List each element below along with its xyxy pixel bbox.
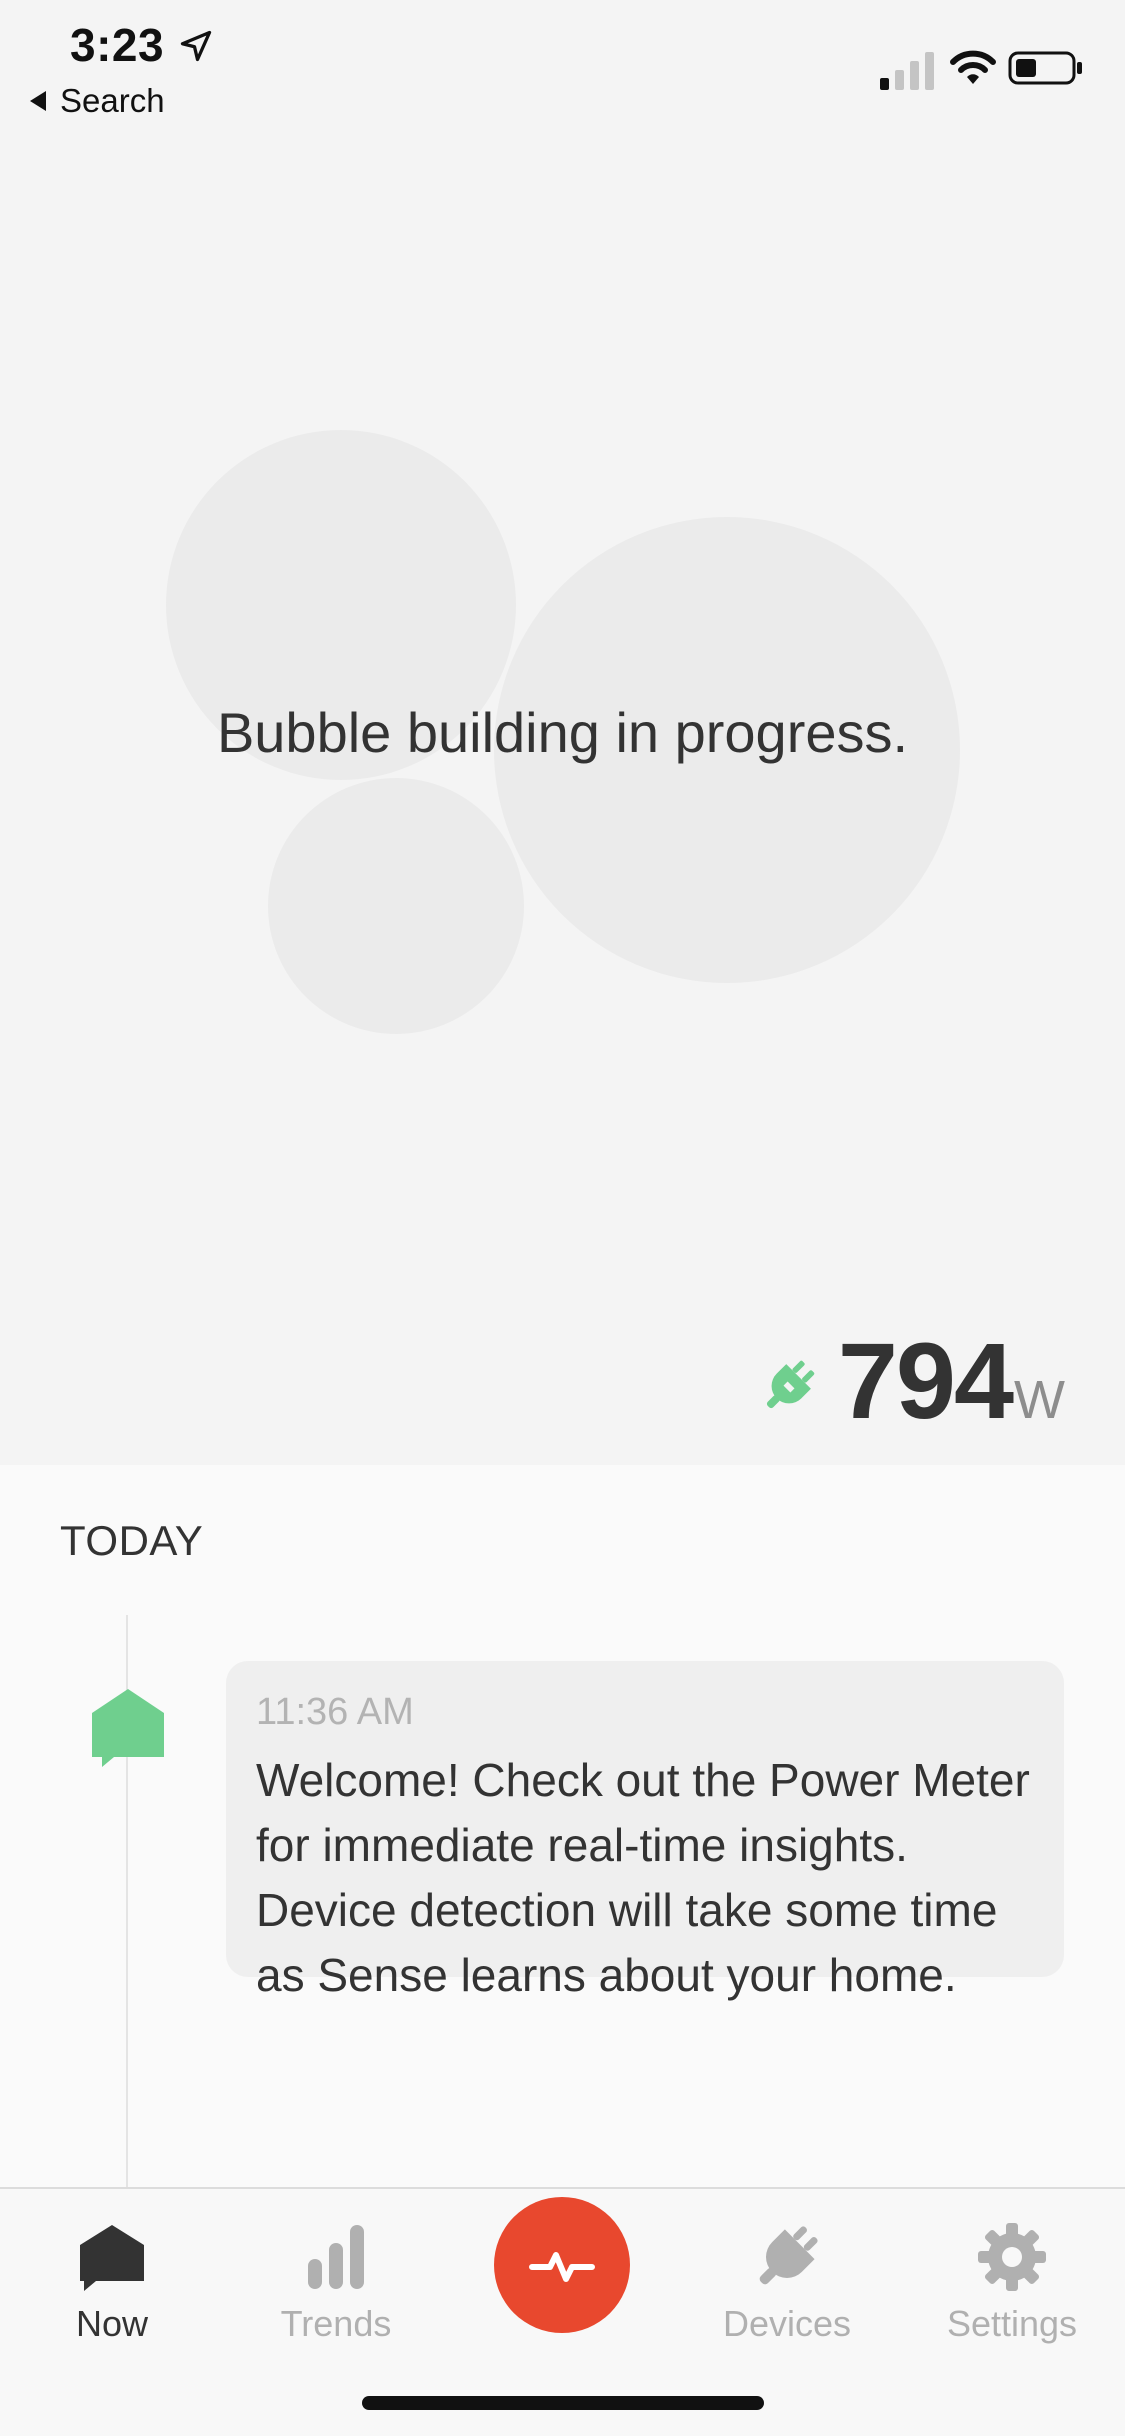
tab-trends-label: Trends: [280, 2303, 392, 2344]
cellular-signal-icon: [880, 52, 934, 90]
plug-icon: [759, 2226, 818, 2285]
location-arrow-icon: [180, 30, 212, 62]
home-message-icon: [92, 1689, 164, 1767]
message-text: Welcome! Check out the Power Meter for i…: [256, 1754, 1030, 2001]
gear-icon: [978, 2223, 1046, 2291]
tab-devices-label: Devices: [722, 2303, 852, 2344]
tab-trends[interactable]: Trends: [246, 2219, 426, 2345]
status-time: 3:23: [70, 19, 165, 71]
feed-message-card[interactable]: 11:36 AM Welcome! Check out the Power Me…: [226, 1661, 1064, 2001]
home-indicator[interactable]: [362, 2396, 764, 2410]
section-heading-today: TODAY: [60, 1517, 204, 1564]
trends-icon: [308, 2225, 364, 2289]
wifi-icon: [950, 50, 996, 84]
plug-icon: [766, 1360, 815, 1408]
bubble-status-message: Bubble building in progress.: [216, 701, 909, 764]
tab-settings[interactable]: Settings: [922, 2219, 1102, 2345]
power-meter-pulse-icon: [529, 2252, 595, 2282]
power-value: 794: [837, 1320, 1014, 1441]
status-bar: 3:23 Search: [0, 0, 1125, 132]
bubble-area: Bubble building in progress. 794 W: [0, 132, 1125, 1465]
message-time: 11:36 AM: [256, 1691, 414, 1733]
timeline-feed: TODAY 11:36 AM Welcome! Check out the Po…: [0, 1465, 1125, 2187]
tab-now-label: Now: [75, 2303, 149, 2344]
battery-icon: [1008, 51, 1082, 85]
power-meter-button[interactable]: [494, 2197, 630, 2333]
back-label: Search: [60, 82, 165, 119]
back-arrow-icon: [30, 91, 46, 111]
back-to-search-button[interactable]: Search: [30, 82, 165, 120]
tab-settings-label: Settings: [946, 2303, 1078, 2344]
power-reading[interactable]: 794 W: [758, 1318, 1065, 1443]
tab-devices[interactable]: Devices: [697, 2219, 877, 2345]
power-unit: W: [1014, 1370, 1065, 1430]
tab-now[interactable]: Now: [22, 2219, 202, 2345]
now-icon: [80, 2225, 144, 2291]
device-bubble-placeholder: [268, 778, 524, 1034]
